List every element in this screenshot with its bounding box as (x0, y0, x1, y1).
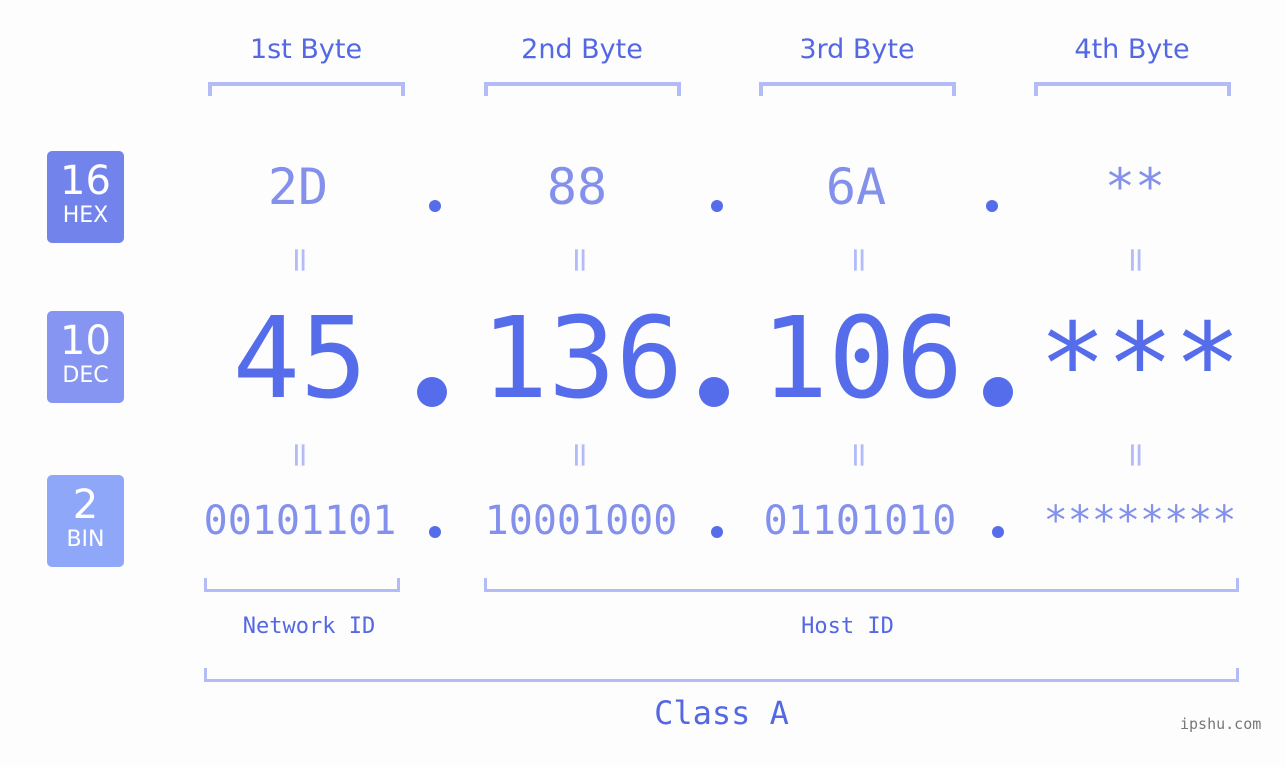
byte-bracket-4 (1034, 82, 1231, 96)
dec-separator-dot-3 (983, 377, 1013, 407)
bin-byte-2: 10001000 (484, 498, 678, 544)
byte-header-3: 3rd Byte (799, 34, 915, 65)
hex-badge-label: HEX (62, 203, 109, 228)
hex-separator-dot-1 (429, 200, 441, 212)
dec-badge-number: 10 (60, 318, 111, 364)
bin-badge: 2 BIN (47, 475, 124, 567)
host-id-bracket (484, 578, 1239, 592)
hex-badge: 16 HEX (47, 151, 124, 243)
network-id-bracket (204, 578, 400, 592)
bin-byte-4: ******** (1043, 498, 1237, 544)
byte-bracket-1 (208, 82, 405, 96)
byte-header-4: 4th Byte (1074, 34, 1190, 65)
byte-header-1: 1st Byte (249, 34, 363, 65)
byte-bracket-2 (484, 82, 681, 96)
hex-separator-dot-2 (711, 200, 723, 212)
bin-separator-dot-2 (711, 526, 723, 538)
class-label: Class A (654, 694, 789, 732)
bin-separator-dot-3 (992, 526, 1004, 538)
bin-badge-number: 2 (72, 482, 99, 528)
host-id-label: Host ID (801, 614, 894, 639)
class-bracket (204, 668, 1239, 682)
bin-badge-label: BIN (66, 527, 105, 552)
dec-separator-dot-2 (699, 377, 729, 407)
bin-byte-3: 01101010 (763, 498, 957, 544)
byte-bracket-3 (759, 82, 956, 96)
dec-badge: 10 DEC (47, 311, 124, 403)
watermark: ipshu.com (1180, 715, 1262, 733)
network-id-label: Network ID (242, 614, 376, 639)
dec-badge-label: DEC (62, 363, 109, 388)
bin-separator-dot-1 (429, 526, 441, 538)
hex-separator-dot-3 (986, 200, 998, 212)
hex-badge-number: 16 (60, 158, 111, 204)
bin-byte-1: 00101101 (203, 498, 397, 544)
dec-separator-dot-1 (417, 377, 447, 407)
byte-header-2: 2nd Byte (521, 34, 643, 65)
